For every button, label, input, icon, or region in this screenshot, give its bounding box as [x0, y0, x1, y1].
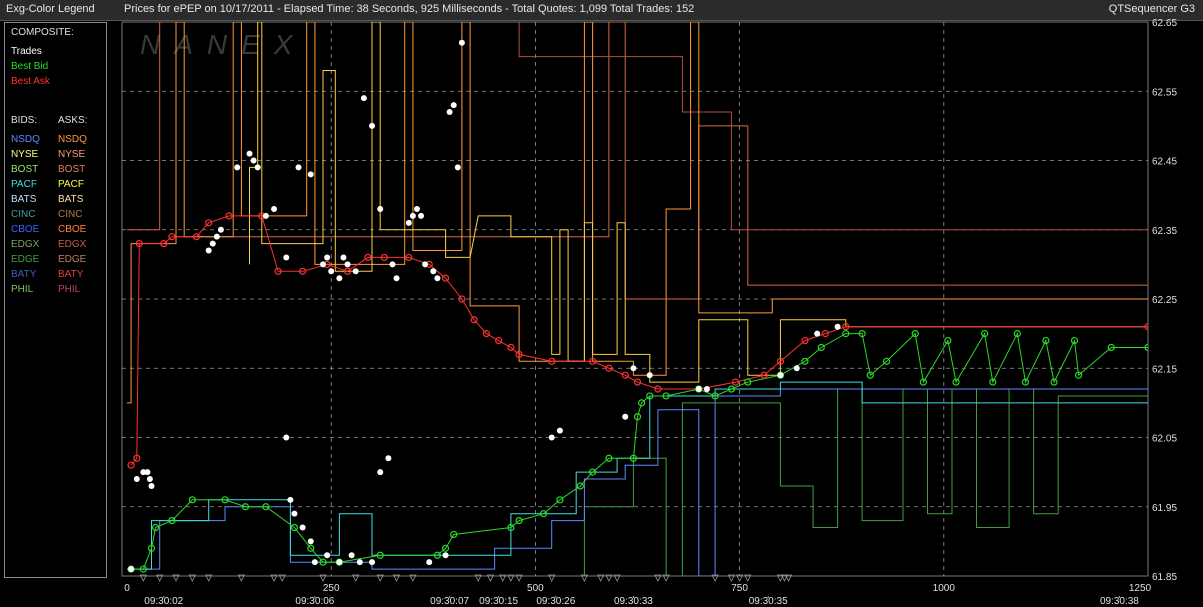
x-tick-label: 250: [323, 583, 340, 594]
trade-point: [409, 212, 416, 219]
trade-point: [205, 247, 212, 254]
trade-point: [307, 538, 314, 545]
trade-point: [369, 122, 376, 129]
trade-point: [418, 212, 425, 219]
trade-point: [209, 240, 216, 247]
trade-point: [548, 434, 555, 441]
trade-point: [340, 254, 347, 261]
trade-point: [234, 164, 241, 171]
trade-point: [434, 275, 441, 282]
trade-point: [777, 372, 784, 379]
y-tick-label: 62.05: [1152, 434, 1177, 445]
trade-point: [283, 254, 290, 261]
trade-point: [442, 552, 449, 559]
trade-point: [295, 164, 302, 171]
price-chart: NANEX 61.85 61.95 62.05 62.15 62.25 62.35 62.4…: [121, 18, 1177, 607]
y-tick-label: 62.55: [1152, 87, 1177, 98]
trade-point: [458, 39, 465, 46]
nanex-watermark: NANEX: [140, 29, 306, 60]
trade-point: [793, 365, 800, 372]
trade-point: [324, 552, 331, 559]
trade-point: [320, 261, 327, 268]
trade-point: [271, 205, 278, 212]
trade-point: [307, 171, 314, 178]
trade-point: [413, 205, 420, 212]
trade-point: [369, 559, 376, 566]
trade-point: [336, 275, 343, 282]
trade-point: [262, 212, 269, 219]
trade-point: [814, 330, 821, 337]
trade-point: [405, 219, 412, 226]
trade-point: [144, 469, 151, 476]
trade-point: [454, 164, 461, 171]
trade-point: [422, 261, 429, 268]
trade-point: [246, 150, 253, 157]
x-tick-label: 0: [124, 583, 130, 594]
trade-point: [336, 559, 343, 566]
y-tick-label: 62.35: [1152, 226, 1177, 237]
trade-point: [356, 559, 363, 566]
trade-point: [703, 386, 710, 393]
trade-point: [146, 476, 153, 483]
trade-point: [430, 268, 437, 275]
trade-point: [287, 496, 294, 503]
trade-point: [348, 552, 355, 559]
trade-point: [426, 559, 433, 566]
trade-point: [389, 261, 396, 268]
trade-point: [377, 469, 384, 476]
trade-point: [283, 434, 290, 441]
trade-point: [324, 254, 331, 261]
trade-point: [311, 559, 318, 566]
trade-point: [834, 323, 841, 330]
x-tick-label: 750: [731, 583, 748, 594]
trade-point: [630, 365, 637, 372]
trade-point: [646, 372, 653, 379]
trade-point: [344, 261, 351, 268]
trade-point: [622, 413, 629, 420]
trade-point: [128, 566, 135, 573]
trade-point: [360, 95, 367, 102]
x-tick-label: 1000: [933, 583, 956, 594]
trade-point: [213, 233, 220, 240]
trade-point: [299, 524, 306, 531]
trade-point: [328, 268, 335, 275]
trade-point: [377, 205, 384, 212]
trade-point: [250, 157, 257, 164]
y-tick-label: 62.15: [1152, 364, 1177, 375]
y-tick-label: 62.65: [1152, 18, 1177, 29]
y-tick-label: 62.45: [1152, 157, 1177, 168]
trade-point: [133, 476, 140, 483]
trade-point: [352, 268, 359, 275]
trade-point: [446, 109, 453, 116]
y-tick-label: 61.95: [1152, 503, 1177, 514]
trade-point: [217, 226, 224, 233]
trade-point: [695, 386, 702, 393]
x-tick-label: 1250: [1129, 583, 1152, 594]
x-tick-label: 500: [527, 583, 544, 594]
trade-point: [254, 164, 261, 171]
trade-point: [291, 510, 298, 517]
trade-point: [556, 427, 563, 434]
trade-point: [385, 455, 392, 462]
y-tick-label: 62.25: [1152, 295, 1177, 306]
trade-point: [450, 102, 457, 109]
trade-point: [148, 482, 155, 489]
trade-point: [393, 275, 400, 282]
y-tick-label: 61.85: [1152, 572, 1177, 583]
